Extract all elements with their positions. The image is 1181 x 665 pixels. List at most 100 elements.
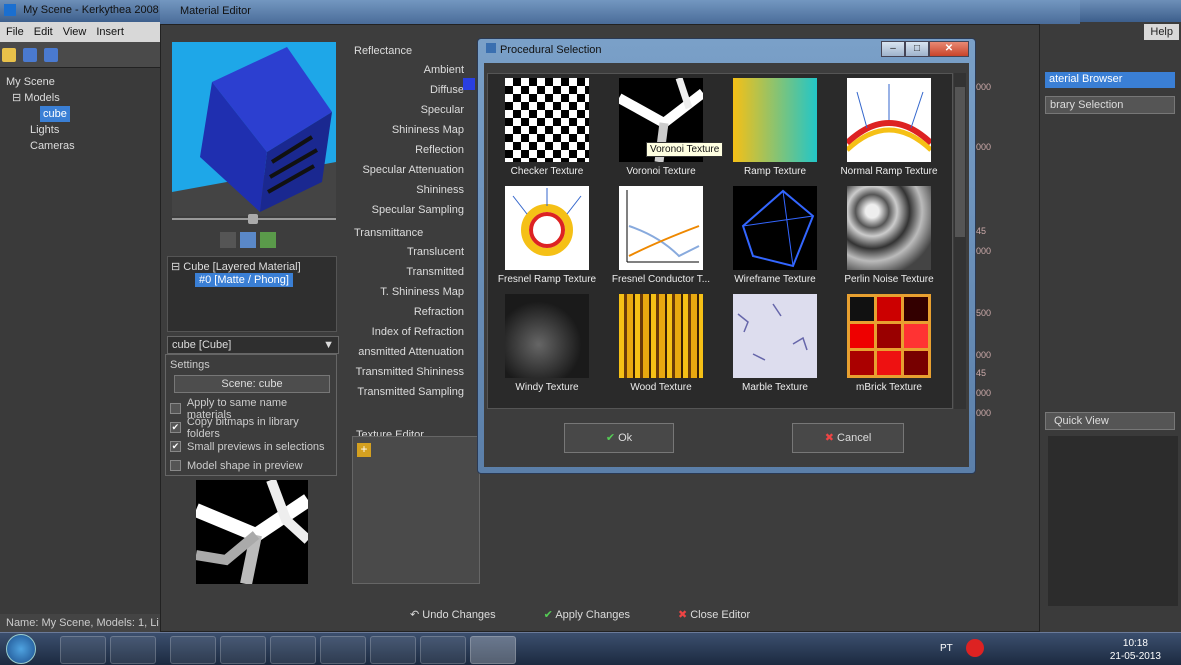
model-shape-checkbox[interactable]: Model shape in preview [170,456,332,475]
taskbar-ie-icon[interactable] [60,636,106,664]
cancel-button[interactable]: ✖ Cancel [792,423,904,453]
tree-item-cube[interactable]: cube [40,106,70,122]
prop-transmitted: Transmitted [406,266,464,278]
right-values-column: 000 000 45 000 500 000 45 000 000 [976,40,1022,430]
menu-help[interactable]: Help [1144,24,1179,40]
texture-wood[interactable]: Wood Texture [608,294,714,400]
texture-mbrick[interactable]: mBrick Texture [836,294,942,400]
start-button[interactable] [6,634,36,664]
export-icon[interactable] [260,232,276,248]
layered-material-node[interactable]: ⊟ Cube [Layered Material] [171,260,333,273]
language-indicator[interactable]: PT [940,643,953,654]
material-browser-title: aterial Browser [1045,72,1175,88]
texture-voronoi[interactable]: Voronoi Texture [608,78,714,184]
value-field[interactable]: 000 [976,408,1018,424]
quick-view-tab[interactable]: Quick View [1045,412,1175,430]
zoom-icon[interactable] [240,232,256,248]
voronoi-thumbnail-image [196,480,308,584]
apply-changes-button[interactable]: ✔ Apply Changes [544,608,630,621]
checkbox-box: ✔ [170,422,181,433]
x-icon: ✖ [824,432,834,444]
value-field[interactable]: 500 [976,308,1018,324]
taskbar-paint-icon[interactable] [220,636,266,664]
texture-normal-ramp[interactable]: Normal Ramp Texture [836,78,942,184]
close-button[interactable]: ✕ [929,41,969,57]
dialog-body: Checker Texture Voronoi Texture Ramp Tex… [484,63,969,467]
check-icon: ✔ [543,609,553,621]
value-field[interactable]: 45 [976,368,1018,384]
prop-shininess-map: Shininess Map [391,124,464,136]
windy-image [505,294,589,378]
open-icon[interactable] [2,48,16,62]
tree-lights[interactable]: Lights [6,122,154,138]
render-icon[interactable] [220,232,236,248]
diffuse-color-swatch[interactable] [463,78,475,90]
value-field[interactable]: 000 [976,388,1018,404]
tree-cameras[interactable]: Cameras [6,138,154,154]
taskbar-media-icon[interactable] [170,636,216,664]
tree-root[interactable]: My Scene [6,74,154,90]
material-preview [172,42,336,216]
texture-windy[interactable]: Windy Texture [494,294,600,400]
value-field[interactable]: 45 [976,226,1018,242]
save-as-icon[interactable] [44,48,59,62]
texture-checker[interactable]: Checker Texture [494,78,600,184]
texture-grid: Checker Texture Voronoi Texture Ramp Tex… [487,73,953,409]
alert-flag-icon[interactable] [966,639,984,657]
texture-editor-area: + [352,436,480,584]
texture-wireframe[interactable]: Wireframe Texture [722,186,828,292]
taskbar-kerkythea-icon[interactable] [470,636,516,664]
texture-perlin-noise[interactable]: Perlin Noise Texture [836,186,942,292]
texture-ramp[interactable]: Ramp Texture [722,78,828,184]
add-texture-icon[interactable]: + [357,443,371,457]
menu-file[interactable]: File [6,26,24,38]
system-clock[interactable]: 10:18 21-05-2013 [1110,637,1161,663]
dialog-icon [486,43,496,53]
texture-fresnel-ramp[interactable]: Fresnel Ramp Texture [494,186,600,292]
prop-transmitted-shininess: Transmitted Shininess [355,366,464,378]
close-editor-button[interactable]: ✖ Close Editor [678,608,750,621]
library-selection-dropdown[interactable]: brary Selection [1045,96,1175,114]
maximize-button[interactable]: □ [905,41,929,57]
taskbar: PT 10:18 21-05-2013 [0,632,1181,665]
x-icon: ✖ [677,609,688,621]
slider-handle[interactable] [248,214,258,224]
tree-models[interactable]: ⊟ Models [6,90,154,106]
texture-fresnel-conductor[interactable]: Fresnel Conductor T... [608,186,714,292]
value-field[interactable]: 000 [976,350,1018,366]
taskbar-hp-icon[interactable] [270,636,316,664]
taskbar-firefox-icon[interactable] [320,636,366,664]
scene-button[interactable]: Scene: cube [174,375,330,393]
value-field[interactable]: 000 [976,246,1018,262]
taskbar-explorer-icon[interactable] [110,636,156,664]
save-icon[interactable] [23,48,38,62]
prop-ambient: Ambient [423,64,464,76]
prop-refraction: Refraction [413,306,464,318]
texture-label: mBrick Texture [856,382,922,393]
material-layer-tree: ⊟ Cube [Layered Material] #0 [Matte / Ph… [167,256,337,332]
preview-slider[interactable] [172,214,336,226]
copy-bitmaps-checkbox[interactable]: ✔ Copy bitmaps in library folders [170,416,332,440]
menu-insert[interactable]: Insert [96,26,124,38]
texture-marble[interactable]: Marble Texture [722,294,828,400]
reflectance-group-label: Reflectance [354,45,413,57]
taskbar-excel-icon[interactable] [370,636,416,664]
value-field[interactable]: 000 [976,142,1018,158]
object-select-dropdown[interactable]: cube [Cube] ▼ [167,336,339,354]
small-previews-checkbox[interactable]: ✔ Small previews in selections [170,437,332,456]
wood-image [619,294,703,378]
value-field[interactable]: 000 [976,82,1018,98]
scrollbar-thumb[interactable] [955,87,965,237]
ramp-image [733,78,817,162]
undo-changes-button[interactable]: ↶ Undo Changes [410,608,496,621]
fresnel-ramp-image [505,186,589,270]
ok-button[interactable]: ✔ Ok [564,423,674,453]
menu-edit[interactable]: Edit [34,26,53,38]
app-icon [4,4,16,16]
minimize-button[interactable]: ‒ [881,41,905,57]
menu-view[interactable]: View [63,26,87,38]
taskbar-word-icon[interactable] [420,636,466,664]
texture-grid-scrollbar[interactable] [954,73,966,409]
layer-matte-phong[interactable]: #0 [Matte / Phong] [195,273,293,287]
texture-label: Wireframe Texture [734,274,816,285]
